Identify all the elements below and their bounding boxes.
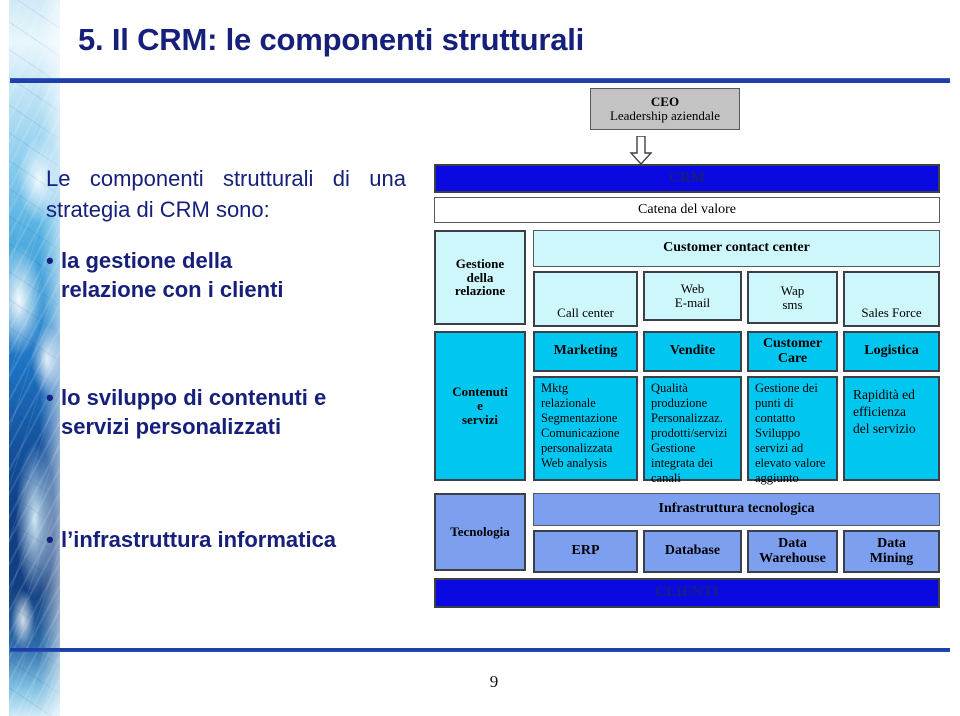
customer-care-line1: Customer [762,335,823,351]
infrastruttura-label: Infrastruttura tecnologica [658,501,815,517]
page-title: 5. Il CRM: le componenti strutturali [78,22,585,57]
ceo-title: CEO [650,94,680,110]
ceo-subtitle: Leadership aziendale [609,108,721,123]
column-header-marketing: Marketing [533,331,638,372]
column-header-vendite: Vendite [643,331,742,372]
value-chain-bar: Catena del valore [434,197,940,223]
contact-cell-sales-force: Sales Force [843,271,940,327]
content-cell-marketing: Mktg relazionale Segmentazione Comunicaz… [533,376,638,481]
data-warehouse-line2: Warehouse [759,550,826,566]
tech-cell-database: Database [643,530,742,573]
marketing-items: Mktg relazionale Segmentazione Comunicaz… [541,381,620,470]
bullet-1-line1: la gestione della [61,248,233,273]
gestione-line2: della [466,269,494,285]
tech-cell-data-warehouse: Data Warehouse [747,530,838,573]
bullet-2-line2: servizi personalizzati [61,414,282,439]
infrastruttura-tecnologica-header: Infrastruttura tecnologica [533,493,940,526]
content-cell-vendite: Qualità produzione Personalizzaz. prodot… [643,376,742,485]
data-warehouse-line1: Data [778,535,807,551]
web-email-line1: Web [680,281,705,297]
gestione-line3: relazione [454,283,506,299]
intro-paragraph: Le componenti strutturali di una strateg… [46,166,406,222]
customer-contact-center-label: Customer contact center [663,240,810,256]
data-mining-line1: Data [877,535,906,551]
contenuti-line1: Contenuti [452,384,508,400]
bullet-marker-3: • [46,527,54,552]
erp-label: ERP [571,543,600,559]
sales-force-line1: Sales Force [861,305,922,321]
bullet-marker-2: • [46,385,54,410]
wap-sms-line2: sms [782,296,803,312]
clients-bar: CLIENTI [434,578,940,608]
footer-divider [10,648,950,652]
side-label-gestione-relazione: Gestione della relazione [434,230,526,325]
bullet-marker-1: • [46,248,54,273]
clients-bar-label: CLIENTI [655,584,719,601]
crm-bar-label: CRM [669,169,705,186]
contenuti-line3: servizi [461,411,499,427]
bullet-3-line1: l’infrastruttura informatica [61,527,337,552]
tech-cell-data-mining: Data Mining [843,530,940,573]
contact-cell-wap-sms: Wap sms [747,271,838,324]
vendite-items: Qualità produzione Personalizzaz. prodot… [651,381,728,485]
web-email-line2: E-mail [674,295,711,310]
page-number: 9 [489,672,499,691]
logistica-items: Rapidità ed efficienza del servizio [853,387,916,436]
logistica-label: Logistica [864,343,919,359]
content-cell-customer-care: Gestione dei punti di contatto Sviluppo … [747,376,838,485]
crm-structure-diagram: CEO Leadership aziendale CRM Catena del … [434,88,940,623]
tech-cell-erp: ERP [533,530,638,573]
database-label: Database [664,543,721,559]
column-header-logistica: Logistica [843,331,940,372]
column-header-customer-care: Customer Care [747,331,838,372]
call-center-line1: Call center [557,305,614,321]
wap-sms-line1: Wap [780,282,805,298]
contenuti-line2: e [477,398,483,414]
tecnologia-label: Tecnologia [450,524,510,540]
vendite-label: Vendite [669,343,716,359]
side-label-contenuti-servizi: Contenuti e servizi [434,331,526,481]
data-mining-line2: Mining [869,550,914,566]
bullet-item-1: • la gestione della relazione con i clien… [46,246,436,304]
down-arrow-icon [629,136,653,166]
content-cell-logistica: Rapidità ed efficienza del servizio [843,376,940,481]
ceo-box: CEO Leadership aziendale [590,88,740,130]
customer-care-line2: Care [777,350,808,366]
crm-bar: CRM [434,164,940,193]
side-label-tecnologia: Tecnologia [434,493,526,571]
customer-contact-center-header: Customer contact center [533,230,940,267]
bullet-2-line1: lo sviluppo di contenuti e [61,385,327,410]
contact-cell-call-center: Call center [533,271,638,327]
bullet-item-2: • lo sviluppo di contenuti e servizi pers… [46,383,436,441]
value-chain-label: Catena del valore [638,201,736,217]
bullet-item-3: • l’infrastruttura informatica [46,525,436,554]
contact-cell-web-email: Web E-mail [643,271,742,321]
marketing-label: Marketing [553,343,618,359]
customer-care-items: Gestione dei punti di contatto Sviluppo … [755,381,826,485]
decorative-strip-fade [9,0,60,716]
gestione-line1: Gestione [455,255,505,271]
bullet-1-line2: relazione con i clienti [61,277,284,302]
title-divider [10,78,950,83]
